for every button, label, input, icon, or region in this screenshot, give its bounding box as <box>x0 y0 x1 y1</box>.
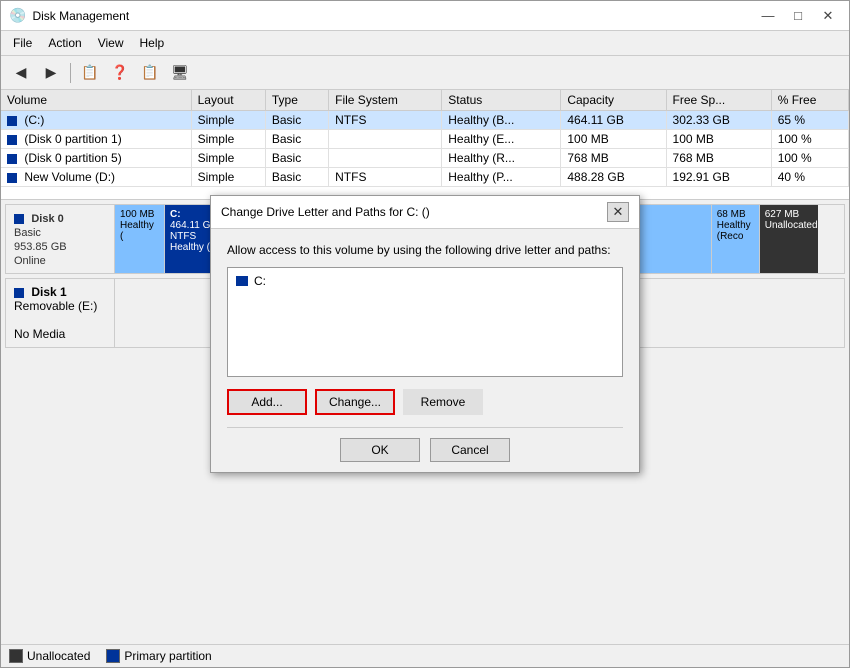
ok-button[interactable]: OK <box>340 438 420 462</box>
dialog: Change Drive Letter and Paths for C: () … <box>210 195 640 473</box>
dialog-titlebar: Change Drive Letter and Paths for C: () … <box>211 196 639 229</box>
path-listbox[interactable]: C: <box>227 267 623 377</box>
dialog-action-buttons: Add... Change... Remove <box>227 389 623 415</box>
cancel-button[interactable]: Cancel <box>430 438 510 462</box>
path-item-icon <box>236 276 248 286</box>
dialog-title: Change Drive Letter and Paths for C: () <box>221 205 430 219</box>
path-item: C: <box>232 272 618 290</box>
change-button[interactable]: Change... <box>315 389 395 415</box>
dialog-overlay: Change Drive Letter and Paths for C: () … <box>0 0 850 668</box>
dialog-description: Allow access to this volume by using the… <box>227 243 623 257</box>
dialog-body: Allow access to this volume by using the… <box>211 229 639 472</box>
path-item-text: C: <box>254 274 266 288</box>
dialog-ok-cancel: OK Cancel <box>227 427 623 462</box>
add-button[interactable]: Add... <box>227 389 307 415</box>
remove-button[interactable]: Remove <box>403 389 483 415</box>
dialog-close-button[interactable]: ✕ <box>607 202 629 222</box>
